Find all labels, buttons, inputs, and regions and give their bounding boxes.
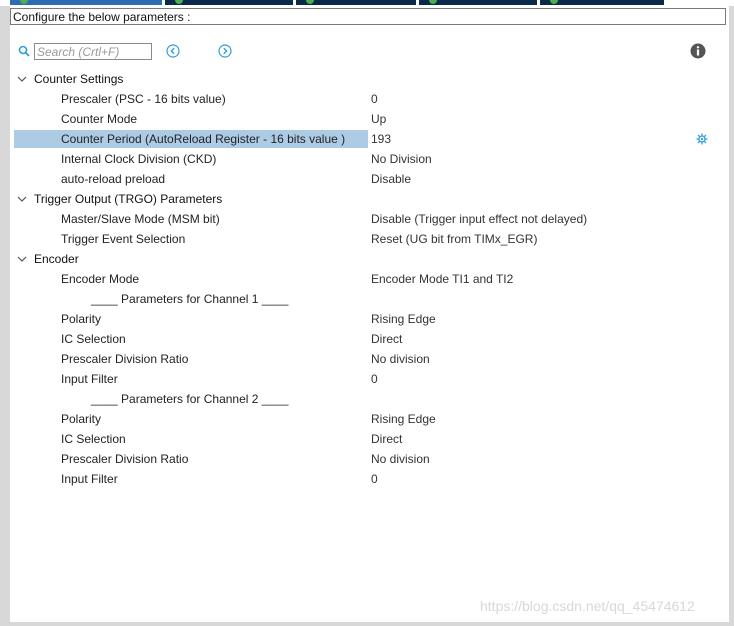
tab-status-icon — [175, 0, 183, 4]
group-label: Trigger Output (TRGO) Parameters — [34, 192, 223, 206]
tab-1[interactable] — [10, 0, 162, 5]
tab-strip — [0, 0, 734, 6]
param-label: Counter Period (AutoReload Register - 16… — [61, 132, 346, 146]
param-label: Input Filter — [61, 372, 118, 386]
tab-5[interactable] — [540, 0, 664, 5]
param-row[interactable]: Input Filter 0 — [14, 469, 714, 489]
param-value[interactable]: Reset (UG bit from TIMx_EGR) — [371, 229, 537, 249]
param-row[interactable]: Prescaler Division Ratio No division — [14, 349, 714, 369]
param-label: IC Selection — [61, 432, 126, 446]
chevron-down-icon[interactable] — [17, 75, 27, 83]
param-row[interactable]: Encoder Mode Encoder Mode TI1 and TI2 — [14, 269, 714, 289]
param-value[interactable]: Direct — [371, 429, 402, 449]
search-icon[interactable] — [18, 45, 30, 57]
gear-icon[interactable] — [696, 133, 708, 145]
tab-status-icon — [429, 0, 437, 4]
param-value[interactable]: Direct — [371, 329, 402, 349]
parameter-tree: Counter Settings Prescaler (PSC - 16 bit… — [14, 69, 714, 489]
param-row[interactable]: auto-reload preload Disable — [14, 169, 714, 189]
param-row[interactable]: Polarity Rising Edge — [14, 309, 714, 329]
param-label: Prescaler Division Ratio — [61, 352, 189, 366]
param-row-selected[interactable]: Counter Period (AutoReload Register - 16… — [14, 129, 714, 149]
param-label: Encoder Mode — [61, 272, 140, 286]
param-value[interactable]: Up — [371, 109, 386, 129]
param-value[interactable]: Encoder Mode TI1 and TI2 — [371, 269, 513, 289]
chevron-down-icon[interactable] — [17, 255, 27, 263]
param-row[interactable]: IC Selection Direct — [14, 329, 714, 349]
param-label: Counter Mode — [61, 112, 138, 126]
configuration-panel: Configure the below parameters : Counter — [0, 0, 734, 626]
tab-4[interactable] — [419, 0, 537, 5]
tab-3[interactable] — [296, 0, 416, 5]
group-label: Counter Settings — [34, 72, 124, 86]
tab-status-icon — [550, 0, 558, 4]
param-value[interactable]: Disable (Trigger input effect not delaye… — [371, 209, 587, 229]
param-label: Polarity — [61, 412, 102, 426]
param-value[interactable]: Rising Edge — [371, 409, 436, 429]
right-border — [729, 6, 734, 626]
left-border — [0, 6, 10, 626]
param-label: Prescaler Division Ratio — [61, 452, 189, 466]
section-heading: ____ Parameters for Channel 2 ____ — [91, 392, 289, 406]
group-counter-settings[interactable]: Counter Settings — [14, 69, 714, 89]
param-value[interactable]: 0 — [371, 469, 378, 489]
param-row[interactable]: Prescaler Division Ratio No division — [14, 449, 714, 469]
channel-2-header: ____ Parameters for Channel 2 ____ — [14, 389, 714, 409]
search-toolbar — [14, 42, 714, 60]
chevron-left-circle-icon[interactable] — [166, 44, 180, 58]
param-label: Prescaler (PSC - 16 bits value) — [61, 92, 226, 106]
group-encoder[interactable]: Encoder — [14, 249, 714, 269]
param-label: Master/Slave Mode (MSM bit) — [61, 212, 220, 226]
param-value[interactable]: Rising Edge — [371, 309, 436, 329]
param-row[interactable]: Input Filter 0 — [14, 369, 714, 389]
param-row[interactable]: Polarity Rising Edge — [14, 409, 714, 429]
watermark: https://blog.csdn.net/qq_45474612 — [480, 598, 695, 614]
info-icon[interactable] — [690, 43, 706, 59]
param-value[interactable]: 0 — [371, 89, 378, 109]
param-row[interactable]: IC Selection Direct — [14, 429, 714, 449]
group-label: Encoder — [34, 252, 79, 266]
param-value[interactable]: No division — [371, 449, 430, 469]
section-heading: ____ Parameters for Channel 1 ____ — [91, 292, 289, 306]
param-row[interactable]: Trigger Event Selection Reset (UG bit fr… — [14, 229, 714, 249]
chevron-down-icon[interactable] — [17, 195, 27, 203]
param-row[interactable]: Counter Mode Up — [14, 109, 714, 129]
param-value[interactable]: No Division — [371, 149, 432, 169]
channel-1-header: ____ Parameters for Channel 1 ____ — [14, 289, 714, 309]
param-row[interactable]: Internal Clock Division (CKD) No Divisio… — [14, 149, 714, 169]
tab-status-icon — [20, 0, 28, 4]
param-label: Polarity — [61, 312, 102, 326]
param-label: Trigger Event Selection — [61, 232, 186, 246]
tab-status-icon — [306, 0, 314, 4]
param-row[interactable]: Master/Slave Mode (MSM bit) Disable (Tri… — [14, 209, 714, 229]
bottom-border — [0, 622, 734, 626]
param-label: IC Selection — [61, 332, 126, 346]
group-trigger-output[interactable]: Trigger Output (TRGO) Parameters — [14, 189, 714, 209]
param-value[interactable]: Disable — [371, 169, 411, 189]
param-label: Input Filter — [61, 472, 118, 486]
param-row[interactable]: Prescaler (PSC - 16 bits value) 0 — [14, 89, 714, 109]
param-label: Internal Clock Division (CKD) — [61, 152, 217, 166]
tab-2[interactable] — [165, 0, 293, 5]
param-value[interactable]: No division — [371, 349, 430, 369]
param-label: auto-reload preload — [61, 172, 166, 186]
chevron-right-circle-icon[interactable] — [218, 44, 232, 58]
search-input[interactable] — [34, 43, 152, 60]
param-value[interactable]: 0 — [371, 369, 378, 389]
param-value[interactable]: 193 — [371, 129, 391, 149]
configure-parameters-header: Configure the below parameters : — [10, 8, 726, 25]
